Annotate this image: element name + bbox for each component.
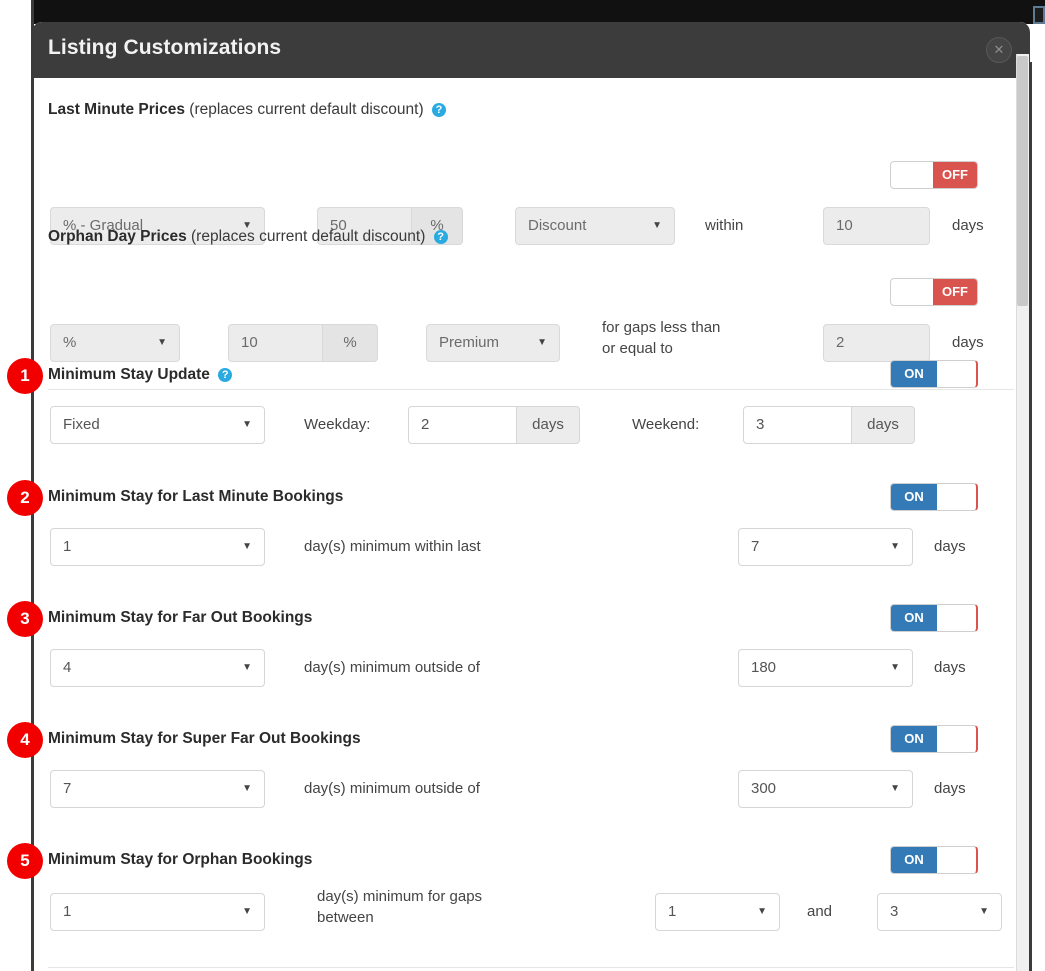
select-orphan-gap-to[interactable]: 3 ▼ [877,893,1002,931]
annotation-badge-4: 4 [7,722,43,758]
input-orphan-gap-days[interactable]: 2 [823,324,930,362]
input-weekday-min[interactable]: 2 [408,406,518,444]
label-minimum-outside-of: day(s) minimum outside of [304,780,480,797]
select-last-minute-window[interactable]: 7 ▼ [738,528,913,566]
addon-days: days [851,406,915,444]
section-divider [48,389,1014,390]
chevron-down-icon: ▼ [242,662,252,673]
toggle-minimum-stay-update[interactable]: ON [890,360,978,388]
help-icon[interactable]: ? [433,230,448,244]
toggle-state-label: ON [891,605,937,631]
section-title-minimum-stay-update: Minimum Stay Update ? [48,366,233,384]
select-far-out-days-min[interactable]: 4 ▼ [50,649,265,687]
chevron-down-icon: ▼ [242,783,252,794]
vertical-scrollbar-thumb[interactable] [1017,56,1028,306]
select-orphan-type[interactable]: Premium ▼ [426,324,560,362]
chevron-down-icon: ▼ [242,906,252,917]
section-title-last-minute-prices: Last Minute Prices (replaces current def… [48,101,446,119]
label-days: days [934,538,966,555]
section-divider [48,967,1014,968]
modal-header: Listing Customizations ✕ [32,22,1030,78]
chevron-down-icon: ▼ [537,337,547,348]
section-title-minimum-stay-last-minute: Minimum Stay for Last Minute Bookings [48,488,344,505]
select-far-out-window[interactable]: 180 ▼ [738,649,913,687]
chevron-down-icon: ▼ [890,783,900,794]
toggle-orphan-day-prices[interactable]: OFF [890,278,978,306]
chevron-down-icon: ▼ [757,906,767,917]
label-minimum-for-gaps: day(s) minimum for gaps between [317,888,483,926]
input-orphan-amount[interactable]: 10 [228,324,326,362]
help-icon[interactable]: ? [431,103,446,117]
addon-percent: % [322,324,378,362]
section-title-minimum-stay-orphan: Minimum Stay for Orphan Bookings [48,851,313,868]
page-backdrop [0,0,1045,24]
select-orphan-days-min[interactable]: 1 ▼ [50,893,265,931]
label-days: days [934,780,966,797]
select-super-far-out-days-min[interactable]: 7 ▼ [50,770,265,808]
screen: Listing Customizations ✕ Last Minute Pri… [0,0,1045,971]
input-weekend-min[interactable]: 3 [743,406,853,444]
label-days: days [952,217,984,234]
section-title-minimum-stay-super-far-out: Minimum Stay for Super Far Out Bookings [48,730,361,747]
input-last-minute-days[interactable]: 10 [823,207,930,245]
browser-chrome-corner [1033,6,1045,24]
chevron-down-icon: ▼ [890,662,900,673]
label-days: days [952,334,984,351]
toggle-minimum-stay-last-minute[interactable]: ON [890,483,978,511]
close-icon[interactable]: ✕ [986,37,1012,63]
label-and: and [807,903,833,920]
toggle-state-label: ON [891,726,937,752]
annotation-badge-1: 1 [7,358,43,394]
section-title-minimum-stay-far-out: Minimum Stay for Far Out Bookings [48,609,313,626]
select-orphan-mode[interactable]: % ▼ [50,324,180,362]
addon-days: days [516,406,580,444]
help-icon[interactable]: ? [218,368,233,382]
select-orphan-gap-from[interactable]: 1 ▼ [655,893,780,931]
label-minimum-outside-of: day(s) minimum outside of [304,659,480,676]
select-minimum-stay-mode[interactable]: Fixed ▼ [50,406,265,444]
select-last-minute-type[interactable]: Discount ▼ [515,207,675,245]
toggle-minimum-stay-orphan[interactable]: ON [890,846,978,874]
section-title-orphan-day-prices: Orphan Day Prices (replaces current defa… [48,228,448,246]
toggle-minimum-stay-super-far-out[interactable]: ON [890,725,978,753]
annotation-badge-2: 2 [7,480,43,516]
page-title: Listing Customizations [48,36,282,59]
label-weekend: Weekend: [632,416,700,433]
chevron-down-icon: ▼ [890,541,900,552]
chevron-down-icon: ▼ [242,541,252,552]
chevron-down-icon: ▼ [979,906,989,917]
listing-customizations-modal: Listing Customizations ✕ Last Minute Pri… [32,22,1030,971]
input-group-weekday: 2 days [408,406,580,444]
input-group-orphan-amount: 10 % [228,324,378,362]
select-last-minute-days-min[interactable]: 1 ▼ [50,528,265,566]
input-group-weekend: 3 days [743,406,915,444]
toggle-state-label: ON [891,484,937,510]
label-weekday: Weekday: [304,416,371,433]
toggle-minimum-stay-far-out[interactable]: ON [890,604,978,632]
label-within: within [705,217,744,234]
label-gaps-condition: for gaps less than or equal to [602,319,721,357]
label-minimum-within-last: day(s) minimum within last [304,538,481,555]
toggle-state-label: OFF [933,162,977,188]
modal-right-rail [1029,62,1032,971]
label-days: days [934,659,966,676]
toggle-state-label: OFF [933,279,977,305]
toggle-state-label: ON [891,361,937,387]
annotation-badge-3: 3 [7,601,43,637]
chevron-down-icon: ▼ [157,337,167,348]
chevron-down-icon: ▼ [242,419,252,430]
modal-body: Last Minute Prices (replaces current def… [32,78,1030,971]
toggle-last-minute-prices[interactable]: OFF [890,161,978,189]
annotation-badge-5: 5 [7,843,43,879]
chevron-down-icon: ▼ [652,220,662,231]
toggle-state-label: ON [891,847,937,873]
select-super-far-out-window[interactable]: 300 ▼ [738,770,913,808]
